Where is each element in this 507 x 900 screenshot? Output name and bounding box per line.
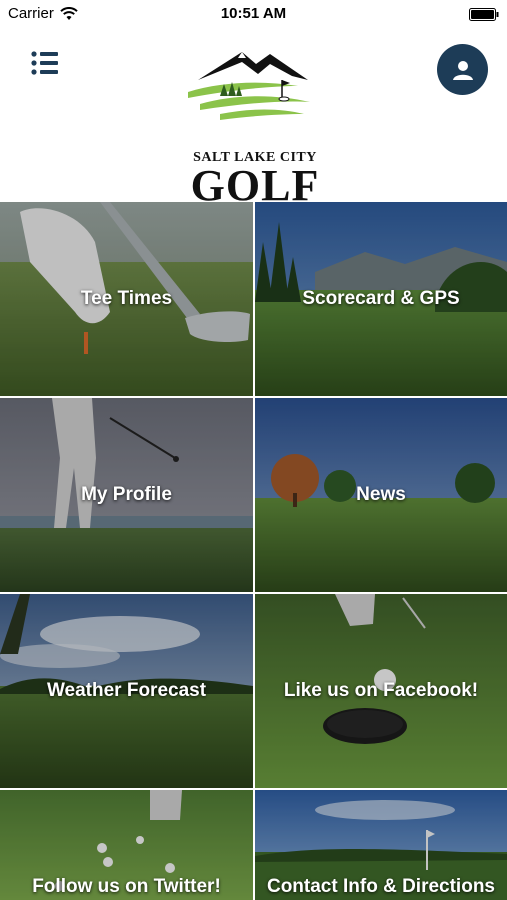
- tile-tee-times[interactable]: Tee Times: [0, 202, 253, 396]
- tile-label: Contact Info & Directions: [266, 876, 495, 897]
- tile-facebook[interactable]: Like us on Facebook!: [255, 594, 507, 788]
- status-bar: Carrier 10:51 AM: [0, 0, 507, 28]
- menu-grid: Tee Times Scorecard & GPS My Profile New…: [0, 202, 507, 900]
- user-icon: [452, 60, 473, 80]
- tile-twitter[interactable]: Follow us on Twitter!: [0, 790, 253, 900]
- tile-scorecard-gps[interactable]: Scorecard & GPS: [255, 202, 507, 396]
- tile-my-profile[interactable]: My Profile: [0, 398, 253, 592]
- battery-icon: [469, 8, 499, 21]
- tile-weather-forecast[interactable]: Weather Forecast: [0, 594, 253, 788]
- tile-news[interactable]: News: [255, 398, 507, 592]
- tile-label: News: [356, 484, 406, 505]
- list-menu-icon: [31, 51, 58, 75]
- profile-button[interactable]: [437, 44, 488, 95]
- header: SALT LAKE CITY GOLF: [0, 28, 507, 210]
- menu-button[interactable]: [30, 50, 60, 76]
- tile-label: Follow us on Twitter!: [32, 876, 221, 897]
- tile-label: My Profile: [81, 484, 172, 505]
- clock: 10:51 AM: [220, 5, 287, 22]
- tile-label: Weather Forecast: [46, 680, 207, 701]
- tile-contact-directions[interactable]: Contact Info & Directions: [255, 790, 507, 900]
- tile-label: Like us on Facebook!: [283, 680, 479, 701]
- tile-label: Scorecard & GPS: [302, 288, 460, 309]
- mountain-golf-logo-icon: [188, 52, 310, 120]
- app-logo: SALT LAKE CITY GOLF: [180, 46, 330, 210]
- tile-label: Tee Times: [80, 288, 173, 309]
